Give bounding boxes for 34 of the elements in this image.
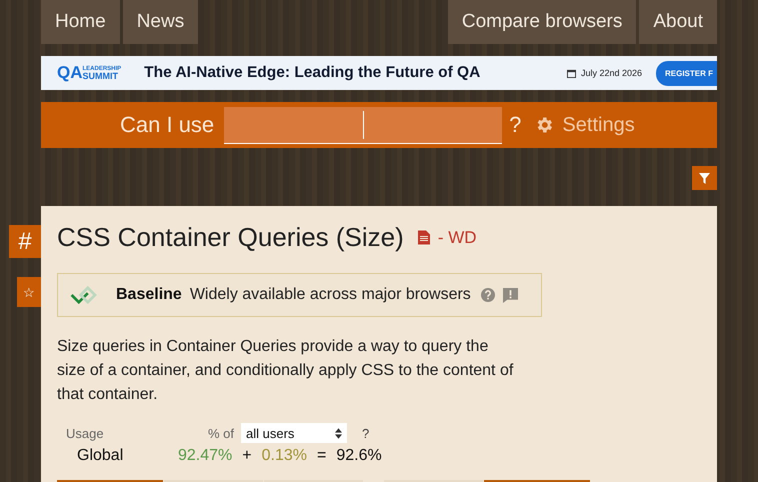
feature-description: Size queries in Container Queries provide a way to query the size of a container, and conditionally apply CSS to the content of that container. — [57, 337, 514, 405]
document-icon[interactable] — [418, 230, 430, 245]
partial-support-percent: 0.13% — [262, 447, 307, 465]
banner-headline: The AI-Native Edge: Leading the Future of QA — [144, 64, 480, 82]
nav-link[interactable]: Compare browsers — [448, 0, 636, 44]
baseline-label: Baseline — [116, 286, 182, 304]
star-button[interactable]: ☆ — [17, 277, 41, 307]
percent-of-label: % of — [208, 426, 236, 440]
search-label: Can I use — [120, 112, 214, 138]
audience-select[interactable]: all users — [241, 423, 347, 443]
equals-sign: = — [316, 447, 326, 465]
filter-button[interactable] — [692, 166, 717, 190]
full-support-percent: 92.47% — [178, 447, 232, 465]
anchor-link[interactable]: # — [9, 225, 41, 258]
region-name: Global — [77, 447, 124, 465]
usage-help[interactable]: ? — [362, 426, 370, 440]
register-button[interactable]: REGISTER F — [656, 60, 717, 86]
feature-title: CSS Container Queries (Size) — [57, 222, 404, 253]
calendar-icon — [566, 68, 576, 78]
nav-link[interactable]: Home — [41, 0, 120, 44]
baseline-text: Widely available across major browsers — [190, 286, 471, 304]
nav-link[interactable]: News — [122, 0, 198, 44]
help-icon[interactable] — [480, 288, 495, 302]
nav-link[interactable]: About — [639, 0, 717, 44]
search-help: ? — [509, 112, 522, 138]
spec-status[interactable]: - WD — [438, 228, 477, 248]
filter-icon — [699, 172, 710, 184]
event-date: July 22nd 2026 — [566, 68, 642, 78]
usage-label: Usage — [66, 426, 105, 440]
search-field[interactable] — [224, 106, 502, 144]
total-percent: 92.6% — [336, 447, 382, 465]
sort-arrows-icon — [335, 428, 342, 438]
plus-sign: + — [242, 447, 252, 465]
feedback-icon[interactable] — [502, 288, 518, 302]
